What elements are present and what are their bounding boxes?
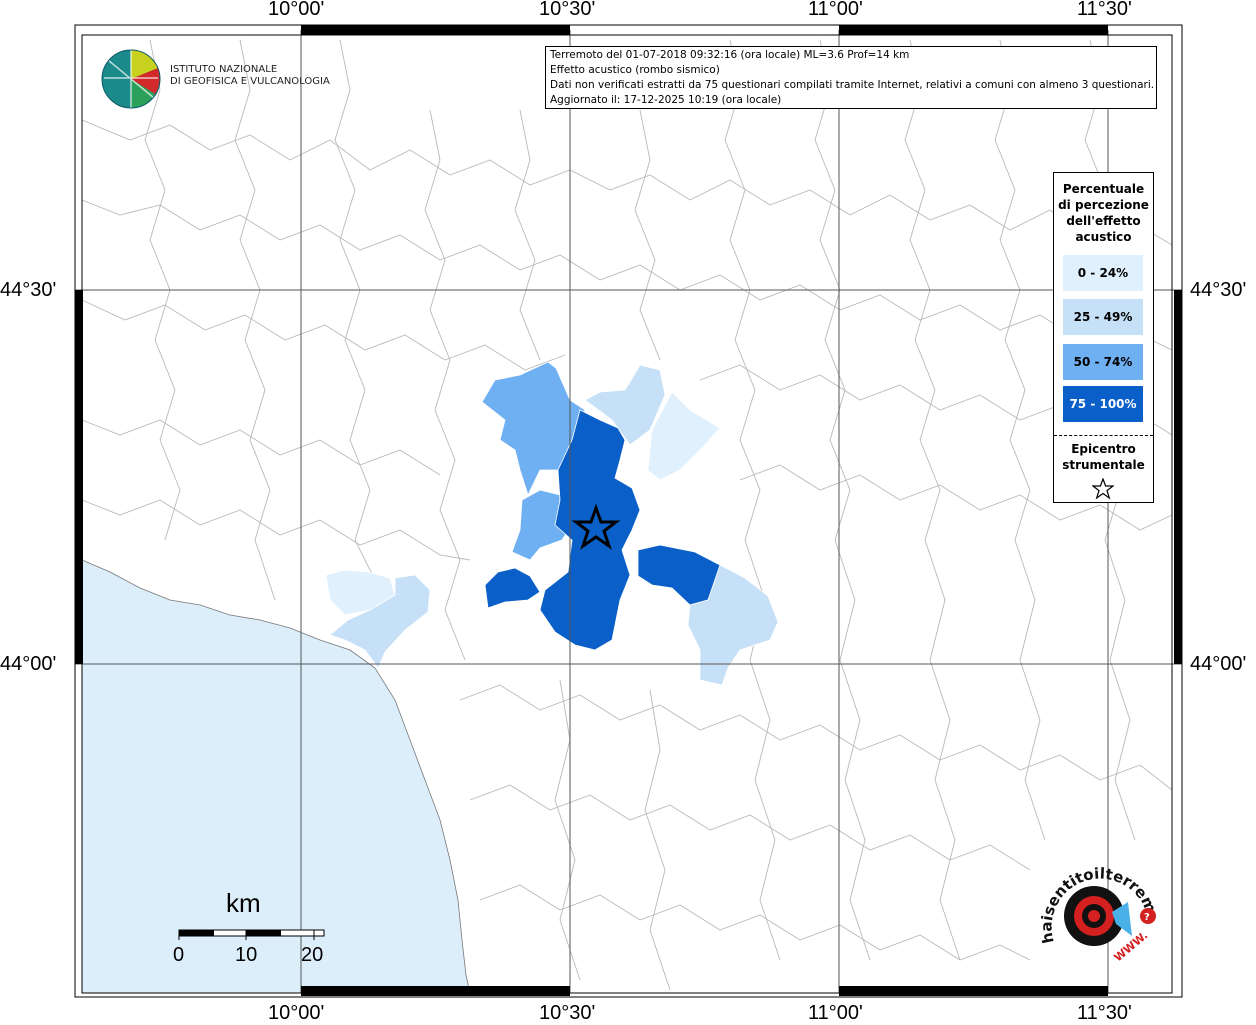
scale-tick-20: 20 — [301, 944, 324, 966]
legend-separator — [1054, 435, 1153, 436]
legend-class-75-100: 75 - 100% — [1063, 386, 1143, 422]
lat-label-left-1: 44°30' — [0, 279, 57, 301]
legend-epicentre-line-2: strumentale — [1062, 458, 1145, 472]
lat-label-right-1: 44°30' — [1190, 279, 1247, 301]
ingv-line-1: ISTITUTO NAZIONALE — [170, 64, 278, 75]
lon-label-bottom-3: 11°00' — [808, 1002, 863, 1024]
lon-label-bottom-2: 10°30' — [539, 1002, 596, 1024]
legend-title-line-4: acustico — [1075, 230, 1132, 244]
event-info-line-4: Aggiornato il: 17-12-2025 10:19 (ora loc… — [550, 94, 782, 106]
lat-label-right-2: 44°00' — [1190, 653, 1247, 675]
ingv-name: ISTITUTO NAZIONALE DI GEOFISICA E VULCAN… — [170, 64, 330, 88]
lon-label-bottom-4: 11°30' — [1077, 1002, 1132, 1024]
legend-title-line-1: Percentuale — [1062, 182, 1145, 196]
scale-tick-10: 10 — [235, 944, 258, 966]
legend-star-icon — [1092, 478, 1114, 500]
lon-label-top-3: 11°00' — [808, 0, 863, 20]
lon-label-top-4: 11°30' — [1077, 0, 1132, 20]
haisentito-logo: haisentitoilterremoto.it ? WWW. — [1036, 862, 1160, 964]
event-info-line-3: Dati non verificati estratti da 75 quest… — [550, 79, 1155, 91]
svg-text:?: ? — [1144, 912, 1150, 923]
felt-municipalities — [325, 361, 779, 686]
legend-epicentre-label: Epicentro strumentale — [1054, 441, 1153, 473]
lat-label-left-2: 44°00' — [0, 653, 57, 675]
legend-title-line-2: di percezione — [1058, 198, 1149, 212]
lon-label-top-2: 10°30' — [539, 0, 596, 20]
legend-class-25-49: 25 - 49% — [1063, 299, 1143, 335]
area-75-100-east — [637, 544, 721, 606]
area-75-100-west — [484, 567, 541, 609]
scale-tick-0: 0 — [173, 944, 185, 966]
legend: Percentuale di percezione dell'effetto a… — [1053, 172, 1154, 503]
event-info-line-1: Terremoto del 01-07-2018 09:32:16 (ora l… — [550, 49, 910, 61]
legend-class-50-74: 50 - 74% — [1063, 344, 1143, 380]
event-info-box: Terremoto del 01-07-2018 09:32:16 (ora l… — [545, 46, 1157, 109]
legend-class-0-24: 0 - 24% — [1063, 255, 1143, 291]
legend-epicentre-line-1: Epicentro — [1071, 442, 1136, 456]
ingv-line-2: DI GEOFISICA E VULCANOLOGIA — [170, 76, 330, 87]
legend-title-line-3: dell'effetto — [1066, 214, 1141, 228]
legend-title: Percentuale di percezione dell'effetto a… — [1054, 181, 1153, 245]
lon-label-bottom-1: 10°00' — [268, 1002, 325, 1024]
lon-label-top-1: 10°00' — [268, 0, 325, 20]
event-info-line-2: Effetto acustico (rombo sismico) — [550, 64, 720, 76]
